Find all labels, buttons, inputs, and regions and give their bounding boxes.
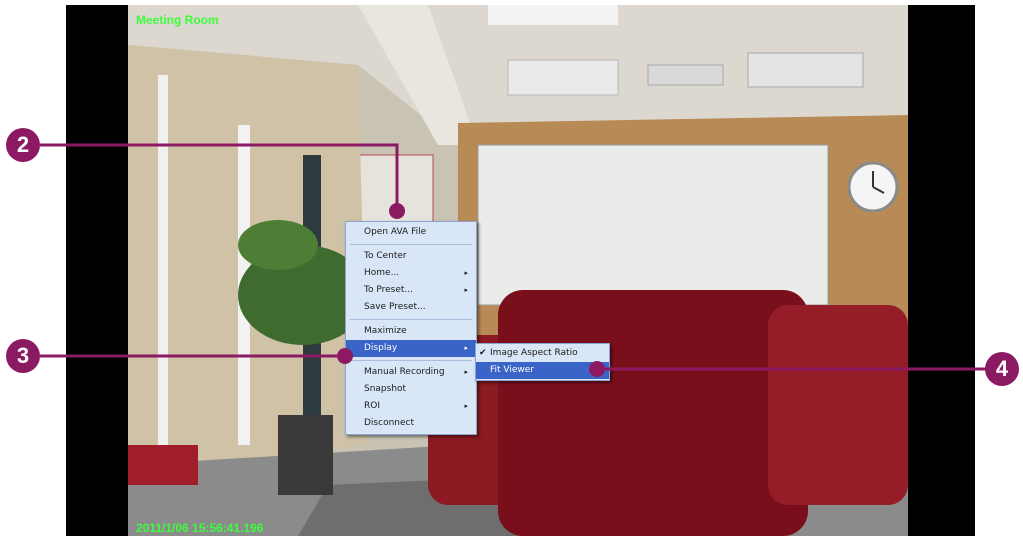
callout-badge-4: 4 (985, 352, 1019, 386)
callout-dot-4 (589, 361, 605, 377)
callout-dot-3 (337, 348, 353, 364)
callout-lines (40, 143, 990, 377)
callout-line-2 (40, 143, 399, 210)
callout-badge-3: 3 (6, 339, 40, 373)
callout-dot-2 (389, 203, 405, 219)
callout-badge-2: 2 (6, 128, 40, 162)
